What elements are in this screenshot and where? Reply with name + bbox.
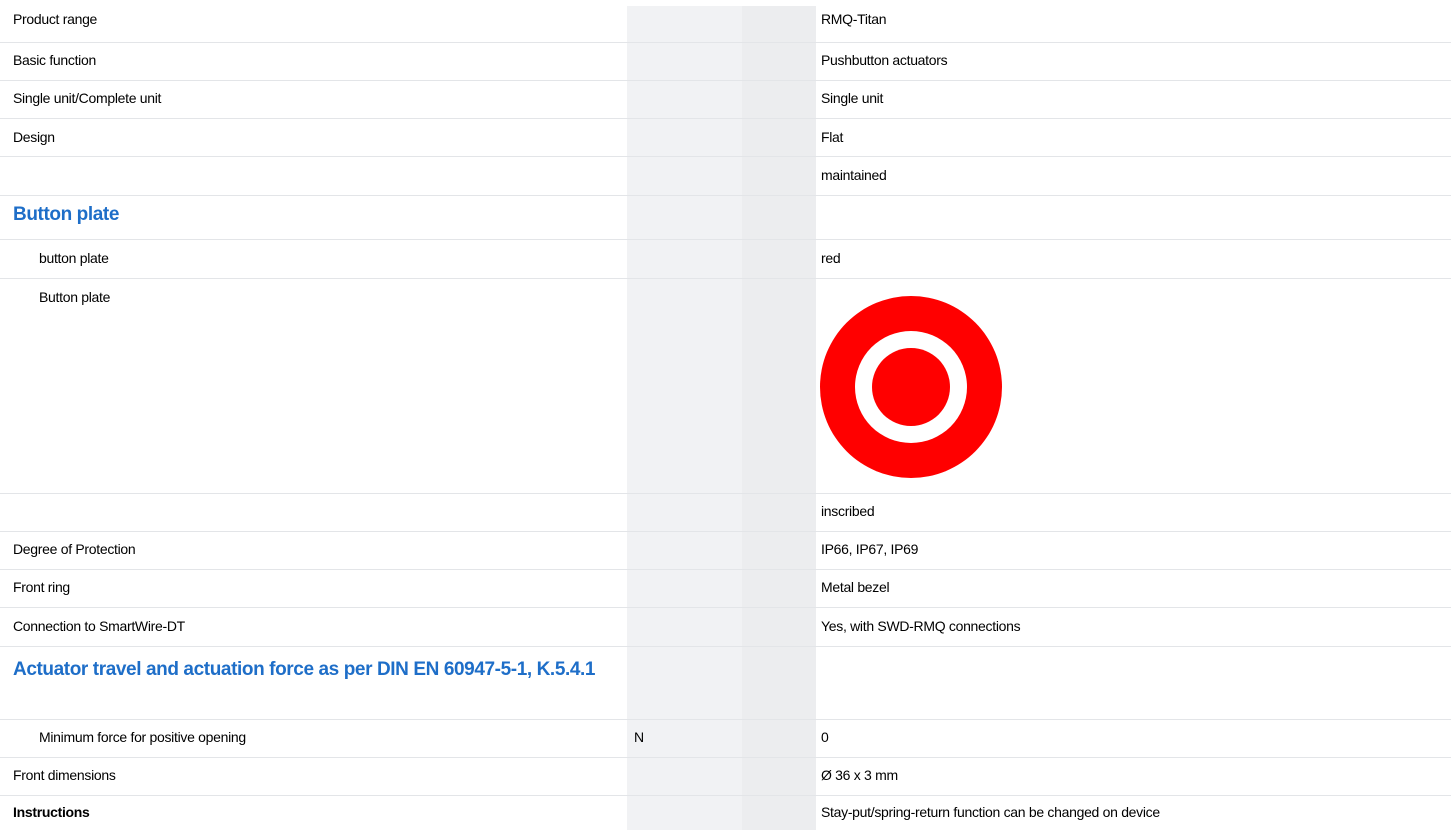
table-row: Front ring Metal bezel bbox=[0, 570, 1451, 608]
row-label: Connection to SmartWire-DT bbox=[13, 618, 185, 634]
row-label: Minimum force for positive opening bbox=[39, 729, 246, 745]
row-value: Single unit bbox=[821, 90, 884, 106]
table-row: Instructions Stay-put/spring-return func… bbox=[0, 796, 1451, 830]
row-value: Stay-put/spring-return function can be c… bbox=[821, 804, 1160, 820]
row-value: Pushbutton actuators bbox=[821, 52, 948, 68]
row-value: Yes, with SWD-RMQ connections bbox=[821, 618, 1021, 634]
target-icon bbox=[820, 296, 1002, 478]
table-row: Front dimensions Ø 36 x 3 mm bbox=[0, 758, 1451, 796]
row-label: Instructions bbox=[13, 804, 90, 820]
row-label: Front ring bbox=[13, 579, 70, 595]
row-value: maintained bbox=[821, 167, 887, 183]
row-label: Design bbox=[13, 129, 55, 145]
row-value: Flat bbox=[821, 129, 844, 145]
row-label: Front dimensions bbox=[13, 767, 116, 783]
table-row: Connection to SmartWire-DT Yes, with SWD… bbox=[0, 608, 1451, 647]
row-label: button plate bbox=[39, 250, 109, 266]
table-row: inscribed bbox=[0, 494, 1451, 532]
spec-table: Product range RMQ-Titan Basic function P… bbox=[0, 0, 1451, 830]
table-row: maintained bbox=[0, 157, 1451, 196]
row-label: Single unit/Complete unit bbox=[13, 90, 162, 106]
section-heading: Actuator travel and actuation force as p… bbox=[13, 659, 596, 680]
row-value: Metal bezel bbox=[821, 579, 890, 595]
row-value: RMQ-Titan bbox=[821, 11, 887, 27]
table-row: Product range RMQ-Titan bbox=[0, 6, 1451, 43]
row-label: Degree of Protection bbox=[13, 541, 136, 557]
row-label: Button plate bbox=[39, 289, 111, 305]
row-value: red bbox=[821, 250, 841, 266]
table-row: Single unit/Complete unit Single unit bbox=[0, 81, 1451, 119]
section-heading-row: Button plate bbox=[0, 196, 1451, 240]
table-row: Minimum force for positive opening N 0 bbox=[0, 720, 1451, 758]
section-heading-row: Actuator travel and actuation force as p… bbox=[0, 647, 1451, 720]
table-row: Button plate bbox=[0, 279, 1451, 494]
row-unit: N bbox=[634, 729, 644, 745]
row-label: Product range bbox=[13, 11, 98, 27]
table-row: Basic function Pushbutton actuators bbox=[0, 43, 1451, 81]
row-value: Ø 36 x 3 mm bbox=[821, 767, 898, 783]
row-value: 0 bbox=[821, 729, 829, 745]
table-row: Design Flat bbox=[0, 119, 1451, 157]
row-value: IP66, IP67, IP69 bbox=[821, 541, 919, 557]
table-row: button plate red bbox=[0, 240, 1451, 279]
section-heading: Button plate bbox=[13, 204, 120, 225]
row-label: Basic function bbox=[13, 52, 96, 68]
table-row: Degree of Protection IP66, IP67, IP69 bbox=[0, 532, 1451, 570]
row-value: inscribed bbox=[821, 503, 875, 519]
